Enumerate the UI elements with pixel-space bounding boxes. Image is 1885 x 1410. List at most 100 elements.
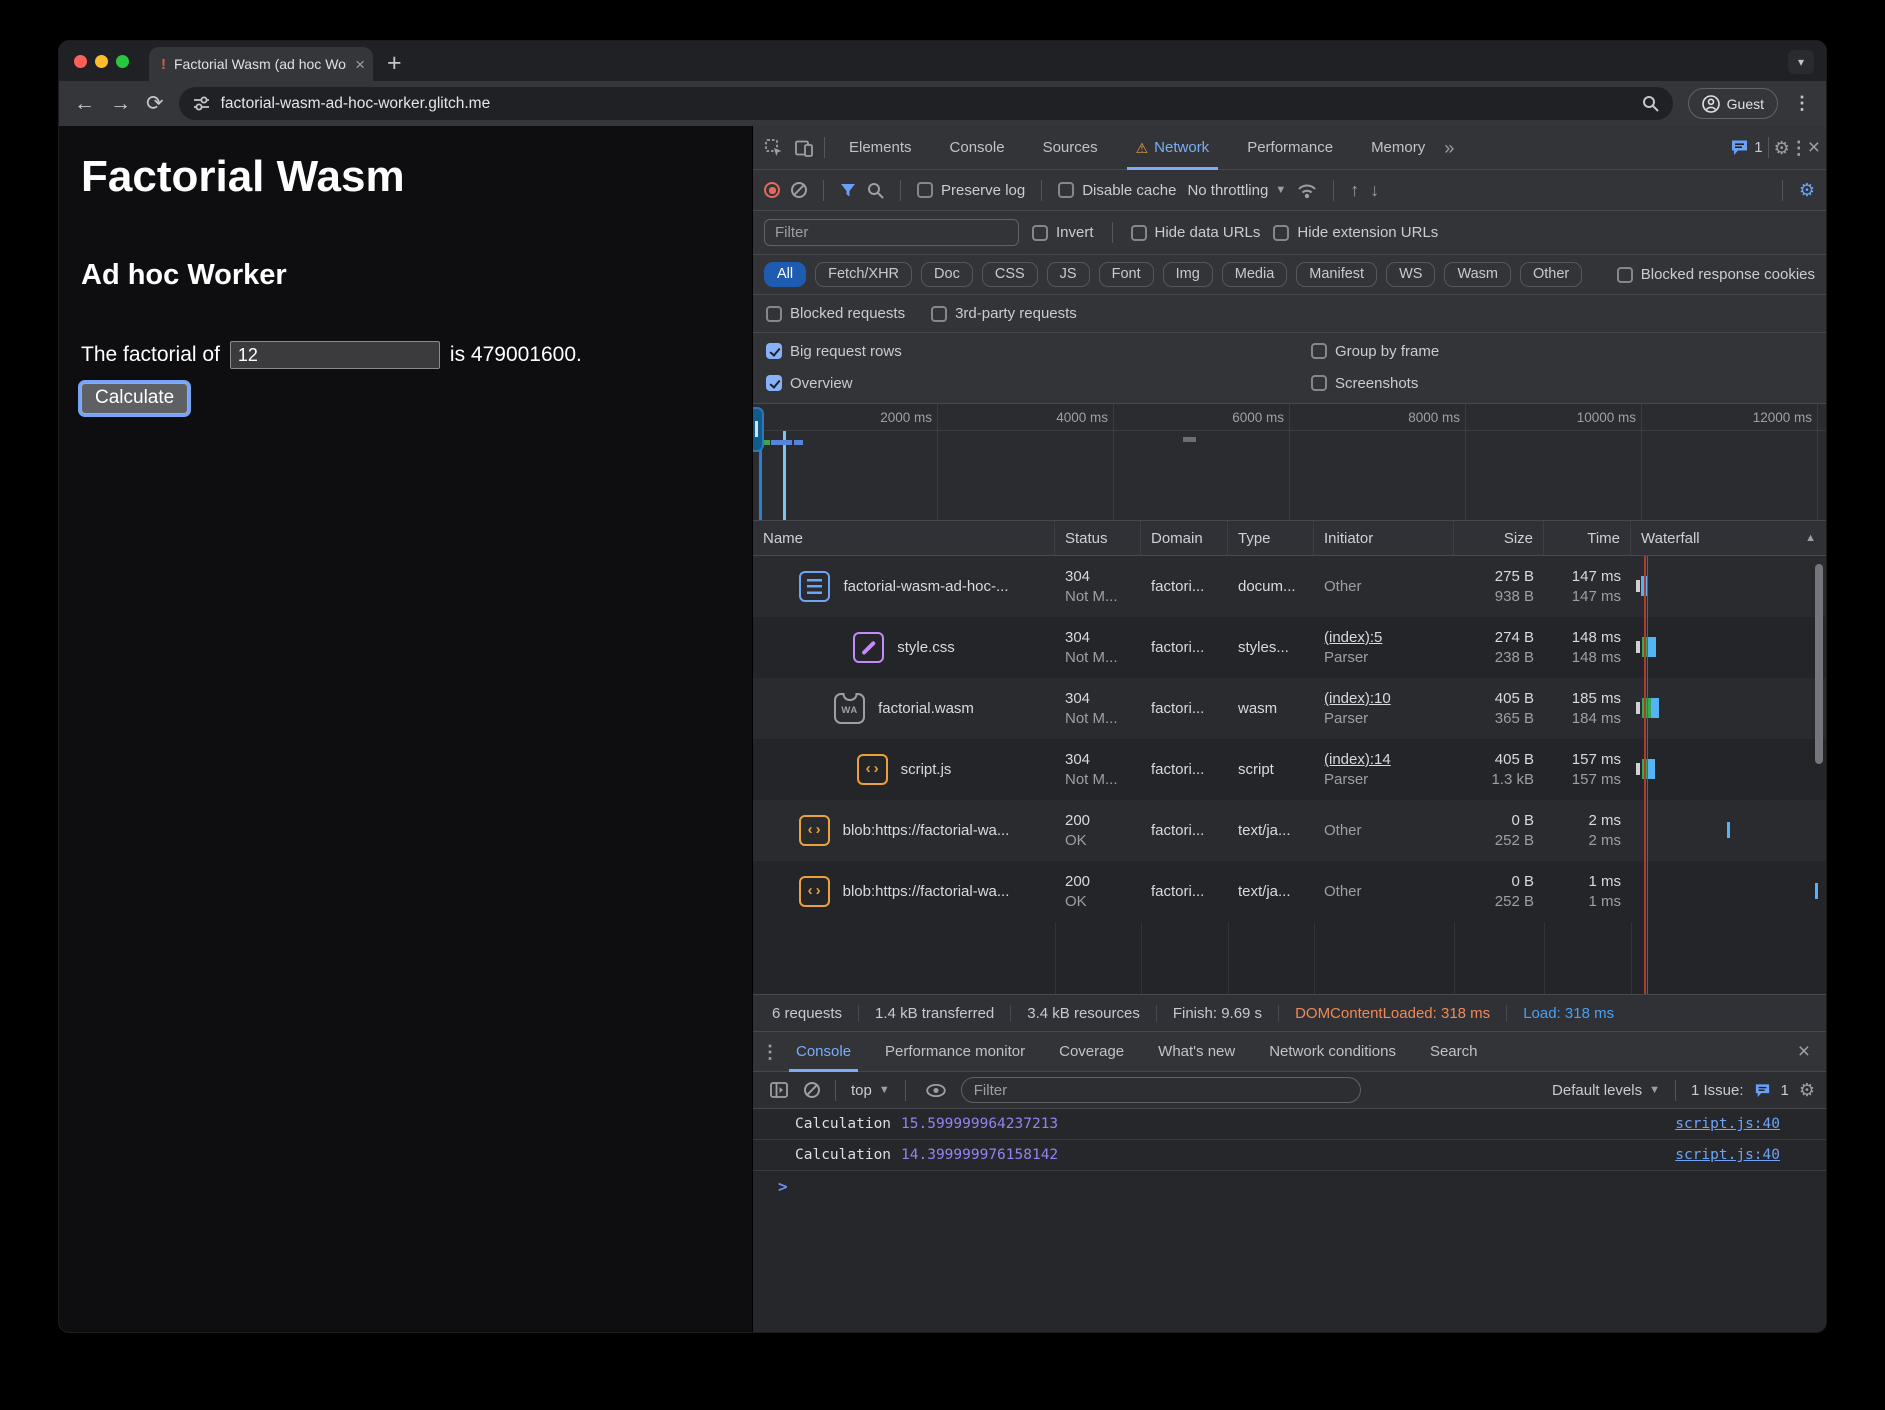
more-tabs-icon[interactable]: »	[1444, 139, 1454, 157]
devtools-menu-icon[interactable]: ⋮	[1790, 139, 1808, 157]
throttling-select[interactable]: No throttling▼	[1187, 182, 1286, 199]
network-conditions-icon[interactable]	[1297, 182, 1317, 199]
hide-extension-urls-checkbox[interactable]: Hide extension URLs	[1273, 224, 1438, 241]
checkbox-icon[interactable]	[1058, 182, 1074, 198]
browser-menu-icon[interactable]: ⋮	[1793, 93, 1811, 114]
profile-button[interactable]: Guest	[1688, 88, 1778, 119]
network-settings-gear-icon[interactable]: ⚙	[1799, 181, 1815, 199]
drawer-tab-search[interactable]: Search	[1413, 1032, 1495, 1072]
fullscreen-window-button[interactable]	[116, 55, 129, 68]
reload-icon[interactable]: ⟳	[146, 93, 164, 114]
checkbox-icon[interactable]	[1131, 225, 1147, 241]
zoom-icon[interactable]	[1642, 95, 1659, 112]
tab-close-icon[interactable]: ×	[355, 56, 365, 73]
clear-network-log-icon[interactable]	[791, 182, 807, 198]
third-party-requests-checkbox[interactable]: 3rd-party requests	[931, 305, 1077, 322]
calculate-button[interactable]: Calculate	[81, 383, 188, 414]
blocked-response-cookies-checkbox[interactable]: Blocked response cookies	[1617, 266, 1815, 283]
request-row[interactable]: style.css 304Not M... factori... styles.…	[753, 617, 1826, 678]
chip-font[interactable]: Font	[1099, 262, 1154, 287]
console-source-link[interactable]: script.js:40	[1675, 1116, 1806, 1132]
initiator-link[interactable]: (index):5	[1324, 629, 1444, 646]
console-sidebar-icon[interactable]	[764, 1082, 794, 1098]
settings-gear-icon[interactable]: ⚙	[1774, 139, 1790, 157]
initiator-link[interactable]: (index):14	[1324, 751, 1444, 768]
inspect-element-icon[interactable]	[759, 138, 789, 158]
close-drawer-icon[interactable]: ×	[1798, 1043, 1810, 1061]
vertical-scrollbar[interactable]	[1815, 564, 1823, 764]
column-header-name[interactable]: Name	[753, 521, 1055, 555]
factorial-input[interactable]	[230, 341, 440, 369]
tab-search-button[interactable]: ▾	[1788, 50, 1814, 74]
chip-js[interactable]: JS	[1047, 262, 1090, 287]
filter-funnel-icon[interactable]	[840, 183, 856, 198]
checkbox-icon[interactable]	[1273, 225, 1289, 241]
checkbox-icon[interactable]	[1617, 267, 1633, 283]
back-icon[interactable]: ←	[74, 93, 95, 114]
drawer-tab-whats-new[interactable]: What's new	[1141, 1032, 1252, 1072]
column-header-domain[interactable]: Domain	[1141, 521, 1228, 555]
checkbox-icon[interactable]	[1311, 343, 1327, 359]
tab-memory[interactable]: Memory	[1352, 126, 1444, 170]
clear-console-icon[interactable]	[804, 1082, 820, 1098]
checkbox-icon[interactable]	[766, 306, 782, 322]
console-source-link[interactable]: script.js:40	[1675, 1147, 1806, 1163]
column-header-size[interactable]: Size	[1454, 521, 1544, 555]
column-header-waterfall[interactable]: Waterfall ▲	[1631, 521, 1826, 555]
forward-icon[interactable]: →	[110, 93, 131, 114]
console-context-select[interactable]: top▼	[851, 1082, 890, 1099]
preserve-log-checkbox[interactable]: Preserve log	[917, 182, 1025, 199]
chip-css[interactable]: CSS	[982, 262, 1038, 287]
big-request-rows-checkbox[interactable]: Big request rows	[753, 343, 1311, 360]
column-header-time[interactable]: Time	[1544, 521, 1631, 555]
drawer-tab-network-conditions[interactable]: Network conditions	[1252, 1032, 1413, 1072]
chip-media[interactable]: Media	[1222, 262, 1288, 287]
browser-tab[interactable]: ! Factorial Wasm (ad hoc Work ×	[149, 47, 373, 81]
chip-all[interactable]: All	[764, 262, 806, 287]
close-window-button[interactable]	[74, 55, 87, 68]
overview-range-handle[interactable]	[753, 407, 764, 452]
invert-checkbox[interactable]: Invert	[1032, 224, 1094, 241]
drawer-tab-console[interactable]: Console	[779, 1032, 868, 1072]
hide-data-urls-checkbox[interactable]: Hide data URLs	[1131, 224, 1261, 241]
column-header-status[interactable]: Status	[1055, 521, 1141, 555]
eye-icon[interactable]	[921, 1084, 951, 1097]
screenshots-checkbox[interactable]: Screenshots	[1311, 375, 1418, 392]
console-settings-gear-icon[interactable]: ⚙	[1799, 1081, 1815, 1099]
blocked-requests-checkbox[interactable]: Blocked requests	[766, 305, 905, 322]
column-header-type[interactable]: Type	[1228, 521, 1314, 555]
chip-doc[interactable]: Doc	[921, 262, 973, 287]
network-filter-input[interactable]	[764, 219, 1019, 246]
tab-sources[interactable]: Sources	[1024, 126, 1117, 170]
drawer-tab-performance-monitor[interactable]: Performance monitor	[868, 1032, 1042, 1072]
address-bar[interactable]: factorial-wasm-ad-hoc-worker.glitch.me	[179, 87, 1673, 120]
console-levels-select[interactable]: Default levels▼	[1552, 1082, 1660, 1099]
issues-icon[interactable]	[1730, 139, 1749, 156]
issues-icon[interactable]	[1754, 1083, 1771, 1098]
new-tab-button[interactable]: +	[387, 51, 402, 76]
minimize-window-button[interactable]	[95, 55, 108, 68]
tab-network[interactable]: ⚠ Network	[1117, 126, 1229, 170]
console-filter-input[interactable]	[961, 1077, 1361, 1103]
request-row[interactable]: blob:https://factorial-wa... 200OK facto…	[753, 800, 1826, 861]
import-har-icon[interactable]: ↑	[1350, 181, 1359, 199]
record-network-log-icon[interactable]	[764, 182, 780, 198]
initiator-link[interactable]: (index):10	[1324, 690, 1444, 707]
drawer-menu-icon[interactable]: ⋮	[761, 1043, 779, 1061]
console-prompt[interactable]: >	[753, 1171, 1826, 1201]
tab-console[interactable]: Console	[931, 126, 1024, 170]
checkbox-icon[interactable]	[917, 182, 933, 198]
disable-cache-checkbox[interactable]: Disable cache	[1058, 182, 1176, 199]
tab-performance[interactable]: Performance	[1228, 126, 1352, 170]
network-overview-timeline[interactable]: 2000 ms 4000 ms 6000 ms 8000 ms 10000 ms…	[753, 404, 1826, 521]
chip-wasm[interactable]: Wasm	[1444, 262, 1511, 287]
search-icon[interactable]	[867, 182, 884, 199]
checkbox-icon[interactable]	[1311, 375, 1327, 391]
checkbox-checked-icon[interactable]	[766, 343, 782, 359]
group-by-frame-checkbox[interactable]: Group by frame	[1311, 343, 1439, 360]
close-devtools-icon[interactable]: ×	[1808, 139, 1820, 157]
column-header-initiator[interactable]: Initiator	[1314, 521, 1454, 555]
chip-other[interactable]: Other	[1520, 262, 1582, 287]
request-row[interactable]: script.js 304Not M... factori... script …	[753, 739, 1826, 800]
chip-ws[interactable]: WS	[1386, 262, 1435, 287]
